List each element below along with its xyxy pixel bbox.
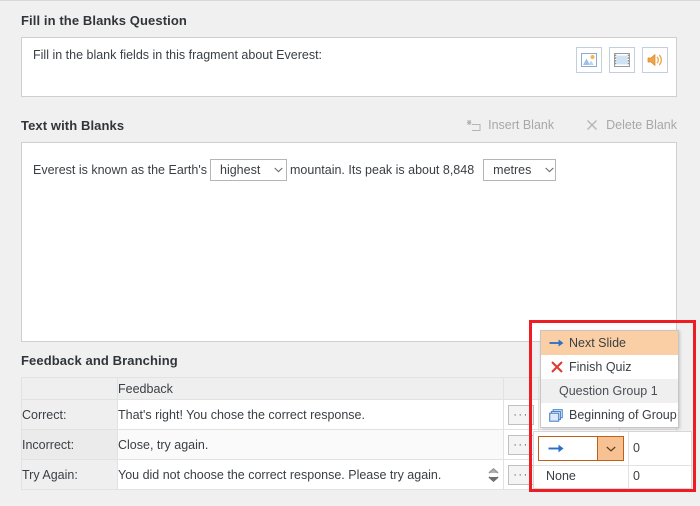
stacked-layers-icon	[548, 408, 565, 422]
picture-icon	[581, 53, 597, 67]
row-label-correct: Correct:	[21, 399, 118, 430]
chevron-down-icon	[274, 167, 283, 173]
feedback-input-incorrect[interactable]: Close, try again.	[117, 429, 504, 460]
menu-item-finish-quiz-label: Finish Quiz	[569, 360, 632, 374]
delete-blank-button[interactable]: Delete Blank	[584, 118, 677, 132]
row-label-incorrect: Incorrect:	[21, 429, 118, 460]
row-separator	[534, 465, 693, 466]
sentence-part-2: mountain. Its peak is about 8,848	[290, 163, 475, 177]
more-options-button-try-again[interactable]: ···	[508, 464, 534, 485]
question-text-box[interactable]: Fill in the blank fields in this fragmen…	[21, 37, 677, 97]
more-cell: ···	[503, 399, 539, 430]
header-more-cell	[503, 377, 539, 400]
insert-blank-button[interactable]: Insert Blank	[466, 118, 554, 132]
branch-combobox[interactable]	[538, 436, 624, 461]
chevron-down-icon	[488, 475, 499, 482]
video-icon	[614, 53, 630, 67]
chevron-down-icon	[605, 446, 616, 452]
feedback-input-try-again[interactable]: You did not choose the correct response.…	[117, 459, 504, 490]
insert-blank-label: Insert Blank	[488, 118, 555, 132]
insert-blank-icon	[466, 118, 481, 132]
question-text[interactable]: Fill in the blank fields in this fragmen…	[33, 47, 566, 63]
menu-item-beginning-of-group[interactable]: Beginning of Group	[541, 403, 678, 427]
feedback-branching-title: Feedback and Branching	[21, 353, 178, 368]
blank-dropdown-2-value: metres	[493, 163, 532, 177]
row-label-try-again: Try Again:	[21, 459, 118, 490]
red-x-icon	[548, 361, 565, 373]
close-x-icon	[584, 118, 599, 132]
blank-dropdown-2[interactable]: metres	[483, 159, 557, 181]
blanks-editor-box[interactable]: Everest is known as the Earth's highest …	[21, 142, 677, 342]
video-icon-button[interactable]	[609, 47, 635, 73]
menu-group-question-group-1: Question Group 1	[541, 379, 678, 403]
sentence-part-1: Everest is known as the Earth's	[33, 163, 207, 177]
chevron-up-icon	[488, 467, 499, 474]
blank-dropdown-1[interactable]: highest	[210, 159, 287, 181]
header-empty-cell	[21, 377, 118, 400]
arrow-right-icon	[548, 444, 564, 453]
chevron-down-icon	[545, 167, 555, 173]
text-with-blanks-title: Text with Blanks	[21, 118, 125, 133]
blank-dropdown-1-value: highest	[220, 163, 261, 177]
media-buttons-group	[576, 47, 668, 73]
menu-group-label: Question Group 1	[559, 384, 658, 398]
audio-icon	[647, 54, 662, 66]
branch-combobox-dropdown-button[interactable]	[597, 437, 623, 460]
more-options-button-incorrect[interactable]: ···	[508, 434, 534, 455]
feedback-input-correct[interactable]: That's right! You chose the correct resp…	[117, 399, 504, 430]
branch-dropdown-menu: Next Slide Finish Quiz Question Group 1 …	[540, 330, 679, 428]
audio-icon-button[interactable]	[642, 47, 668, 73]
question-section-title: Fill in the Blanks Question	[21, 13, 187, 28]
branching-cells: 0 None 0	[533, 431, 693, 490]
feedback-text-try-again: You did not choose the correct response.…	[118, 467, 442, 482]
fill-in-blanks-editor-panel: Fill in the Blanks Question Fill in the …	[0, 0, 700, 506]
arrow-right-icon	[548, 338, 565, 348]
picture-icon-button[interactable]	[576, 47, 602, 73]
header-feedback: Feedback	[117, 377, 504, 400]
branch-score-row-2[interactable]: 0	[633, 469, 640, 483]
menu-item-beginning-of-group-label: Beginning of Group	[569, 408, 677, 422]
more-options-button-correct[interactable]: ···	[508, 404, 534, 425]
menu-item-finish-quiz[interactable]: Finish Quiz	[541, 355, 678, 379]
branch-value-none[interactable]: None	[546, 469, 576, 483]
menu-item-next-slide[interactable]: Next Slide	[541, 331, 678, 355]
delete-blank-label: Delete Blank	[606, 118, 677, 132]
scroll-spinner[interactable]	[488, 467, 499, 482]
column-separator	[628, 432, 629, 490]
blank-tools: Insert Blank Delete Blank	[466, 118, 677, 132]
menu-item-next-slide-label: Next Slide	[569, 336, 626, 350]
branch-score-row-1[interactable]: 0	[633, 441, 640, 455]
branch-combobox-value	[539, 437, 597, 460]
blank-sentence: Everest is known as the Earth's highest …	[33, 159, 559, 181]
